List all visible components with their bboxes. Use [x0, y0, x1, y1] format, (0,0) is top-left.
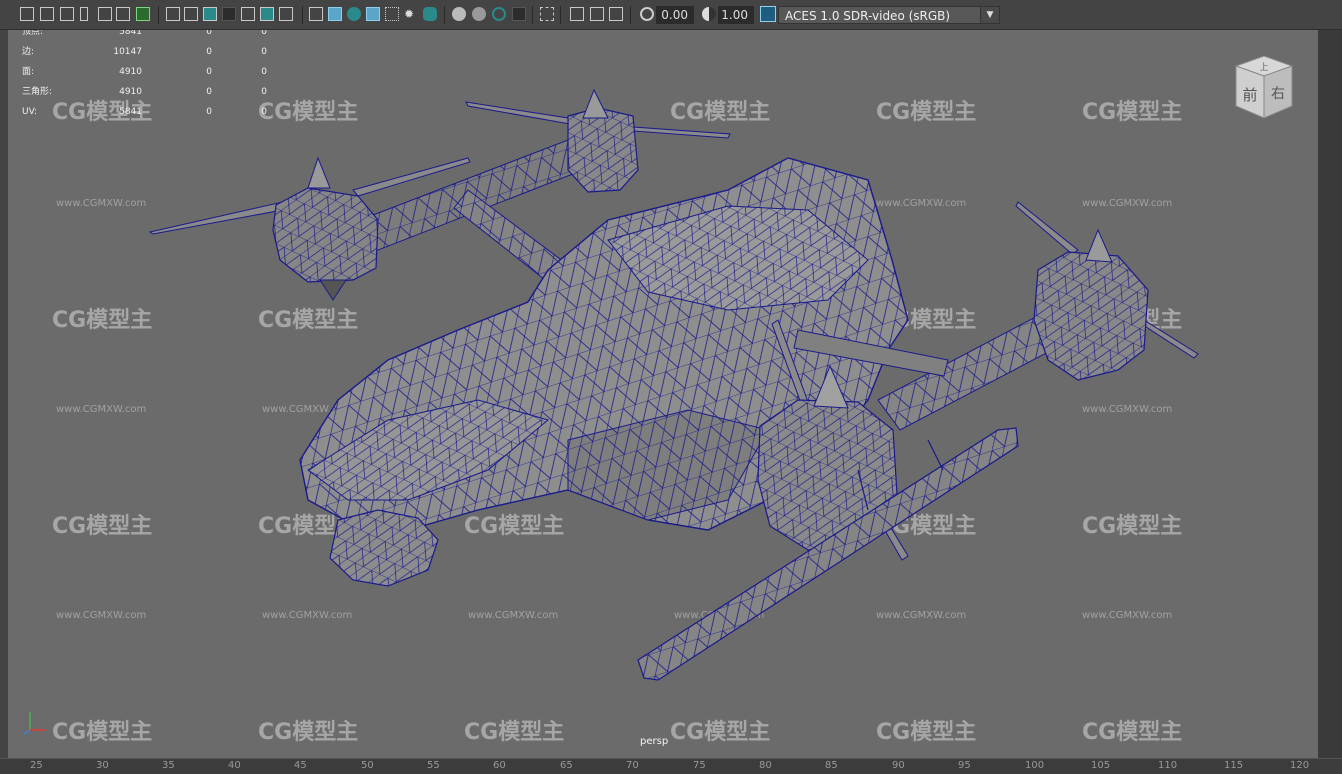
hud-value: 0 [261, 30, 267, 37]
default-material-icon[interactable] [347, 7, 361, 21]
lights-icon[interactable]: ✹ [404, 7, 418, 21]
ruler-tick: 30 [96, 760, 109, 771]
snap-icon[interactable] [98, 7, 112, 21]
exposure-field[interactable]: 0.00 [656, 6, 694, 24]
nose-sensor-pod [329, 509, 439, 587]
viewport-toolbar: ✹ 0.00 1.00 ACES 1.0 SDR-video (sRGB) ▼ [0, 0, 1342, 30]
grid-icon[interactable] [166, 7, 180, 21]
color-space-dropdown[interactable]: ACES 1.0 SDR-video (sRGB) ▼ [778, 6, 1000, 24]
ruler-tick: 90 [892, 760, 905, 771]
image-plane-icon[interactable] [60, 7, 74, 21]
camera-attr-icon[interactable] [40, 7, 54, 21]
ruler-tick: 115 [1224, 760, 1244, 771]
hud-value: 0 [261, 67, 267, 77]
gate-mask-icon[interactable] [222, 7, 236, 21]
toolbar-divider [630, 6, 631, 24]
toolbar-divider [444, 6, 445, 24]
drone-wireframe-model[interactable] [8, 30, 1318, 758]
hud-value: 0 [206, 87, 212, 97]
hud-value: 0 [206, 30, 212, 37]
hud-value: 4910 [119, 87, 142, 97]
ruler-tick: 45 [294, 760, 307, 771]
persp-viewport[interactable]: CG模型主 CG模型主 CG模型主 CG模型主 CG模型主 CG模型主 CG模型… [8, 30, 1318, 758]
hud-value: 0 [261, 87, 267, 97]
view-cube-right-label: 右 [1271, 86, 1285, 102]
toolbar-divider [158, 6, 159, 24]
hud-value: 0 [261, 47, 267, 57]
axis-gizmo-icon [23, 712, 46, 735]
shadows-icon[interactable] [423, 7, 437, 21]
xray-joints-icon[interactable] [609, 7, 623, 21]
depth-of-field-icon[interactable] [512, 7, 526, 21]
resolution-gate-icon[interactable] [203, 7, 217, 21]
ruler-tick: 60 [493, 760, 506, 771]
isolate-select-icon[interactable] [540, 7, 554, 21]
hud-value: 0 [206, 67, 212, 77]
bookmark-icon[interactable] [80, 7, 88, 21]
hud-value: 10147 [113, 47, 142, 57]
toolbar-divider [560, 6, 561, 24]
edit-pen-icon[interactable] [136, 7, 150, 21]
hud-value: 4910 [119, 67, 142, 77]
hud-value: 0 [261, 107, 267, 117]
safe-title-icon[interactable] [279, 7, 293, 21]
hud-value: 5841 [119, 30, 142, 37]
toolbar-divider [532, 6, 533, 24]
ruler-tick: 25 [30, 760, 43, 771]
view-cube[interactable]: 上 前 右 [1226, 52, 1302, 124]
film-gate-icon[interactable] [184, 7, 198, 21]
gamma-field[interactable]: 1.00 [718, 6, 754, 24]
wireframe-icon[interactable] [309, 7, 323, 21]
ruler-tick: 50 [361, 760, 374, 771]
ruler-tick: 70 [626, 760, 639, 771]
chevron-down-icon: ▼ [980, 7, 999, 23]
pivot-icon[interactable] [116, 7, 130, 21]
ruler-tick: 85 [825, 760, 838, 771]
ruler-tick: 65 [560, 760, 573, 771]
wireframe-on-shaded-icon[interactable] [366, 7, 380, 21]
color-space-label: ACES 1.0 SDR-video (sRGB) [785, 9, 951, 23]
xray-icon[interactable] [570, 7, 584, 21]
toolbar-divider [302, 6, 303, 24]
ruler-tick: 110 [1158, 760, 1178, 771]
motion-blur-icon[interactable] [472, 7, 486, 21]
view-cube-front-label: 前 [1242, 86, 1257, 104]
ruler-tick: 105 [1091, 760, 1111, 771]
hud-value: 0 [206, 107, 212, 117]
ruler-tick: 35 [162, 760, 175, 771]
time-slider-ruler[interactable]: 25 30 35 40 45 50 55 60 65 70 75 80 85 9… [0, 758, 1342, 774]
hud-value: 5841 [119, 107, 142, 117]
xray-active-icon[interactable] [590, 7, 604, 21]
ruler-tick: 55 [427, 760, 440, 771]
right-side-panel [1318, 30, 1342, 758]
ruler-tick: 100 [1025, 760, 1045, 771]
anti-aliasing-icon[interactable] [492, 7, 506, 21]
hud-value: 0 [206, 47, 212, 57]
screen-ambient-occlusion-icon[interactable] [452, 7, 466, 21]
textured-icon[interactable] [385, 7, 399, 21]
ruler-tick: 80 [759, 760, 772, 771]
ruler-tick: 75 [693, 760, 706, 771]
safe-action-icon[interactable] [260, 7, 274, 21]
ruler-tick: 95 [958, 760, 971, 771]
gamma-icon[interactable] [702, 7, 716, 21]
color-management-icon[interactable] [760, 6, 776, 22]
ruler-tick: 40 [228, 760, 241, 771]
camera-icon[interactable] [20, 7, 34, 21]
smooth-shade-icon[interactable] [328, 7, 342, 21]
view-cube-top-label: 上 [1259, 62, 1268, 73]
exposure-icon[interactable] [640, 7, 654, 21]
ruler-tick: 120 [1290, 760, 1310, 771]
camera-name-label: persp [640, 736, 669, 747]
field-chart-icon[interactable] [241, 7, 255, 21]
